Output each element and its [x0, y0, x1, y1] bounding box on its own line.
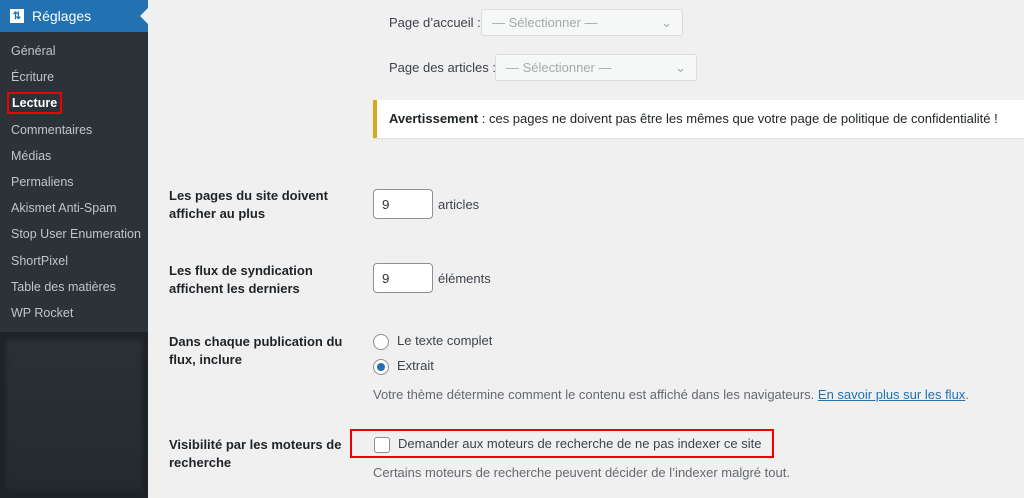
- noindex-option[interactable]: Demander aux moteurs de recherche de ne …: [350, 429, 774, 458]
- settings-icon: ⇅: [10, 9, 24, 23]
- submenu-shortpixel[interactable]: ShortPixel: [0, 248, 148, 274]
- feed-count-label: Les flux de syndication affichent les de…: [169, 263, 313, 296]
- chevron-down-icon: ⌄: [661, 14, 672, 30]
- feed-description: Votre thème détermine comment le contenu…: [373, 387, 969, 402]
- chevron-down-icon: ⌄: [675, 59, 686, 75]
- feeds-help-link[interactable]: En savoir plus sur les flux: [818, 387, 965, 402]
- warning-notice: Avertissement : ces pages ne doivent pas…: [373, 100, 1024, 138]
- submenu-writing[interactable]: Écriture: [0, 64, 148, 90]
- feed-content-label: Dans chaque publication du flux, inclure: [169, 334, 343, 367]
- radio-excerpt[interactable]: Extrait: [373, 358, 434, 375]
- front-page-select[interactable]: — Sélectionner — ⌄: [481, 9, 683, 36]
- blurred-menu: [6, 340, 142, 491]
- posts-unit: articles: [438, 197, 480, 212]
- submenu-permalinks[interactable]: Permaliens: [0, 169, 148, 195]
- posts-page-select[interactable]: — Sélectionner — ⌄: [495, 54, 697, 81]
- submenu-wp-rocket[interactable]: WP Rocket: [0, 300, 148, 326]
- noindex-description: Certains moteurs de recherche peuvent dé…: [373, 465, 790, 480]
- radio-full-text[interactable]: Le texte complet: [373, 333, 492, 350]
- submenu-reading[interactable]: Lecture: [0, 90, 148, 116]
- feed-count-input[interactable]: [373, 263, 433, 293]
- radio-button-checked[interactable]: [373, 358, 389, 375]
- submenu-reading-label: Lecture: [6, 92, 63, 115]
- feed-unit: éléments: [438, 271, 491, 286]
- submenu-stop-user-enum[interactable]: Stop User Enumeration: [0, 221, 148, 247]
- posts-per-page-label: Les pages du site doivent afficher au pl…: [169, 188, 328, 221]
- submenu-media[interactable]: Médias: [0, 143, 148, 169]
- posts-page-label: Page des articles :: [389, 60, 496, 75]
- submenu-general[interactable]: Général: [0, 38, 148, 64]
- noindex-checkbox[interactable]: [374, 436, 390, 453]
- menu-settings[interactable]: ⇅ Réglages: [0, 0, 148, 32]
- admin-sidebar: ⇅ Réglages Général Écriture Lecture Comme…: [0, 0, 148, 498]
- posts-per-page-input[interactable]: [373, 189, 433, 219]
- submenu-toc[interactable]: Table des matières: [0, 274, 148, 300]
- front-page-label: Page d’accueil :: [389, 15, 481, 30]
- submenu-akismet[interactable]: Akismet Anti-Spam: [0, 195, 148, 221]
- submenu-discussion[interactable]: Commentaires: [0, 117, 148, 143]
- radio-button[interactable]: [373, 333, 389, 350]
- visibility-label: Visibilité par les moteurs de recherche: [169, 437, 342, 470]
